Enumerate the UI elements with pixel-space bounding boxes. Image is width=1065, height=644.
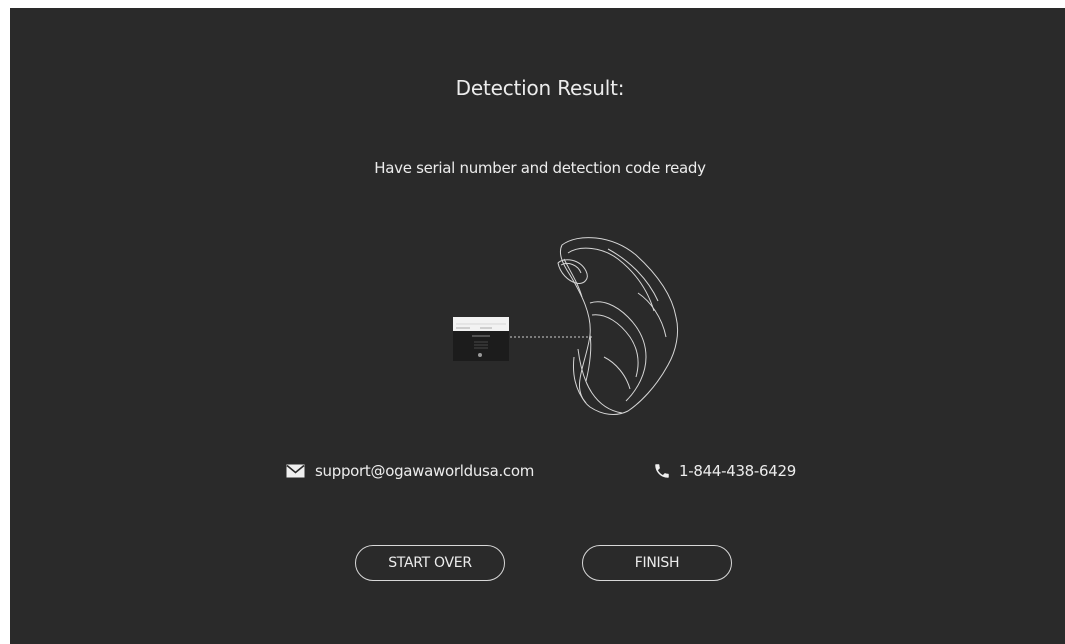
phone-icon: [653, 462, 671, 480]
page-title: Detection Result:: [455, 76, 625, 100]
serial-label-card: [453, 317, 509, 361]
phone-number[interactable]: 1-844-438-6429: [679, 462, 796, 480]
contact-email[interactable]: support@ogawaworldusa.com: [286, 458, 534, 484]
contact-phone[interactable]: 1-844-438-6429: [653, 458, 796, 484]
envelope-icon: [286, 464, 305, 478]
email-address[interactable]: support@ogawaworldusa.com: [315, 462, 534, 480]
start-over-button[interactable]: START OVER: [355, 545, 505, 581]
page-subtitle: Have serial number and detection code re…: [374, 159, 706, 177]
massage-chair-illustration: [453, 237, 679, 415]
chair-outline: [557, 237, 679, 415]
finish-button[interactable]: FINISH: [582, 545, 732, 581]
